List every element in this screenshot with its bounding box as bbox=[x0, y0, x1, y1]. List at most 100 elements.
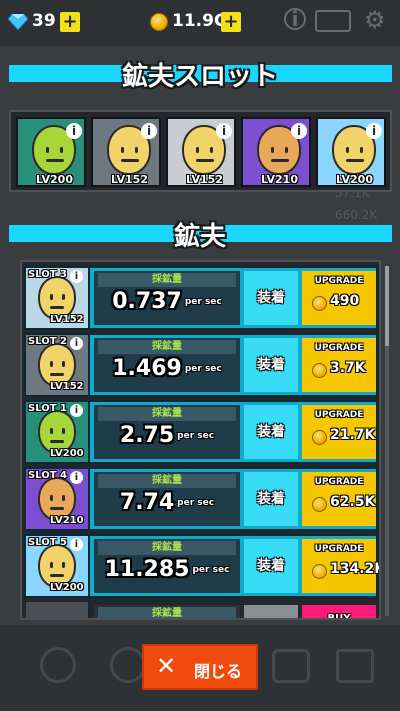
stopwatch-icon bbox=[110, 647, 146, 683]
coin-icon bbox=[312, 564, 327, 579]
coin-count: 11.9G bbox=[172, 11, 228, 31]
miner-eye bbox=[271, 147, 274, 153]
mining-rate-number: 0.737 bbox=[112, 289, 182, 314]
info-icon[interactable]: i bbox=[70, 538, 83, 551]
miner-mouth bbox=[50, 440, 64, 443]
top-bar: 39 + 11.9G + i ⚙ bbox=[0, 0, 400, 46]
miner-eye bbox=[50, 562, 53, 568]
coin-icon bbox=[312, 363, 327, 378]
upgrade-cost: 62.5K bbox=[330, 494, 376, 510]
add-gems-button[interactable]: + bbox=[60, 12, 80, 32]
miner-slot-card[interactable]: i LV152 bbox=[91, 117, 161, 187]
miner-row[interactable]: SLOT 2 i LV152 採鉱量 1.469 per sec 装着 UPGRADE 3.7K bbox=[24, 333, 378, 397]
slot-level: LV152 bbox=[111, 173, 148, 186]
info-icon[interactable]: i bbox=[70, 337, 83, 350]
slot-label: SLOT 4 bbox=[28, 470, 67, 481]
equip-button[interactable]: 装着 bbox=[244, 539, 298, 593]
miner-mouth bbox=[50, 574, 64, 577]
gem-icon bbox=[8, 14, 28, 30]
info-icon[interactable]: i bbox=[216, 123, 232, 139]
miner-eye bbox=[285, 147, 288, 153]
gem-count: 39 bbox=[32, 11, 56, 31]
miner-thumbnail: SLOT 1 i LV200 bbox=[26, 402, 90, 462]
upgrade-button[interactable]: UPGRADE 134.2K bbox=[302, 539, 379, 593]
upgrade-label: UPGRADE bbox=[314, 410, 364, 420]
miner-level: LV200 bbox=[50, 448, 84, 459]
miner-slot-card[interactable]: i LV210 bbox=[241, 117, 311, 187]
mining-rate-value: 7.74 per sec bbox=[94, 490, 240, 515]
upgrade-cost: 490 bbox=[330, 293, 360, 309]
miner-row[interactable]: SLOT 4 i LV210 採鉱量 7.74 per sec 装着 UPGRADE 62.5K bbox=[24, 467, 378, 531]
slot-level: LV152 bbox=[186, 173, 223, 186]
mail-icon[interactable] bbox=[315, 10, 351, 32]
upgrade-button[interactable]: UPGRADE 21.7K bbox=[302, 405, 376, 459]
miner-mouth bbox=[50, 306, 64, 309]
miner-eye bbox=[62, 428, 65, 434]
equip-button[interactable]: 装着 bbox=[244, 405, 298, 459]
mining-rate-unit: per sec bbox=[177, 498, 215, 508]
list-scrollbar[interactable] bbox=[385, 266, 389, 616]
miner-row[interactable]: SLOT 5 i LV200 採鉱量 11.285 per sec 装着 UPGRADE 134… bbox=[24, 534, 379, 598]
mining-rate-number: 7.74 bbox=[119, 490, 175, 515]
mining-rate-caption: 採鉱量 bbox=[98, 273, 236, 287]
coin-icon bbox=[150, 13, 168, 31]
upgrade-button[interactable]: UPGRADE 62.5K bbox=[302, 472, 376, 526]
miner-slot-card[interactable]: i LV200 bbox=[16, 117, 86, 187]
mining-rate-unit: per sec bbox=[177, 431, 215, 441]
add-coins-button[interactable]: + bbox=[221, 12, 241, 32]
slot-label: SLOT 5 bbox=[28, 537, 67, 548]
mining-rate-unit: per sec bbox=[192, 565, 230, 575]
miner-thumbnail: SLOT 2 i LV152 bbox=[26, 335, 90, 395]
mining-rate-caption: 採鉱量 bbox=[98, 474, 236, 488]
equip-button[interactable]: 装着 bbox=[244, 472, 298, 526]
mining-rate-caption: 採鉱量 bbox=[98, 407, 236, 421]
miner-slot-card[interactable]: i LV200 bbox=[316, 117, 386, 187]
slot-level: LV210 bbox=[261, 173, 298, 186]
miner-eye bbox=[62, 294, 65, 300]
close-button[interactable]: ✕ 閉じる bbox=[142, 644, 258, 690]
miner-row[interactable]: SLOT 1 i LV200 採鉱量 2.75 per sec 装着 UPGRADE 21.7K bbox=[24, 400, 378, 464]
miner-eye bbox=[62, 361, 65, 367]
upgrade-button[interactable]: UPGRADE 3.7K bbox=[302, 338, 376, 392]
miner-slot-card[interactable]: i LV152 bbox=[166, 117, 236, 187]
upgrade-cost: 21.7K bbox=[330, 427, 376, 443]
info-icon[interactable]: i bbox=[70, 404, 83, 417]
info-icon[interactable]: i bbox=[141, 123, 157, 139]
info-icon[interactable]: i bbox=[291, 123, 307, 139]
miner-level: LV152 bbox=[50, 381, 84, 392]
info-icon[interactable]: i bbox=[66, 123, 82, 139]
buy-button[interactable]: BUY bbox=[302, 605, 376, 618]
miner-eye bbox=[46, 147, 49, 153]
upgrade-button[interactable]: UPGRADE 490 bbox=[302, 271, 376, 325]
coin-icon bbox=[312, 497, 327, 512]
section-title-miners: 鉱夫 bbox=[173, 222, 226, 252]
info-icon[interactable]: i bbox=[70, 471, 83, 484]
miner-eye bbox=[60, 147, 63, 153]
miner-level: LV210 bbox=[50, 515, 84, 526]
miner-row[interactable]: SLOT 3 i LV152 採鉱量 0.737 per sec 装着 UPGRADE 490 bbox=[24, 266, 378, 330]
coin-icon bbox=[312, 296, 327, 311]
mining-rate-box: 採鉱量 0.737 per sec bbox=[94, 271, 240, 325]
equip-button[interactable]: 装着 bbox=[244, 338, 298, 392]
info-icon[interactable]: i bbox=[366, 123, 382, 139]
miner-eye bbox=[50, 294, 53, 300]
mining-rate-number: 1.469 bbox=[112, 356, 182, 381]
miner-thumbnail: SLOT 5 i LV200 bbox=[26, 536, 90, 596]
mining-rate-value: 1.469 per sec bbox=[94, 356, 240, 381]
upgrade-label: UPGRADE bbox=[314, 343, 364, 353]
gear-icon[interactable]: ⚙ bbox=[364, 6, 386, 34]
close-label: 閉じる bbox=[194, 662, 243, 681]
slot-strip: i LV200 i LV152 i LV152 i LV210 i LV200 bbox=[9, 110, 392, 192]
info-icon[interactable]: i bbox=[70, 270, 83, 283]
equip-button[interactable]: 装着 bbox=[244, 271, 298, 325]
miner-list[interactable]: SLOT 3 i LV152 採鉱量 0.737 per sec 装着 UPGRADE 490 S… bbox=[20, 260, 381, 620]
list-scrollbar-thumb[interactable] bbox=[385, 266, 389, 346]
mining-rate-value: 11.285 per sec bbox=[94, 557, 240, 582]
miner-eye bbox=[135, 147, 138, 153]
miner-eye bbox=[50, 361, 53, 367]
alarm-icon bbox=[272, 649, 310, 683]
info-icon[interactable]: i bbox=[284, 8, 306, 30]
miner-eye bbox=[121, 147, 124, 153]
miner-level: LV200 bbox=[50, 582, 84, 593]
upgrade-cost: 134.2K bbox=[330, 561, 381, 577]
